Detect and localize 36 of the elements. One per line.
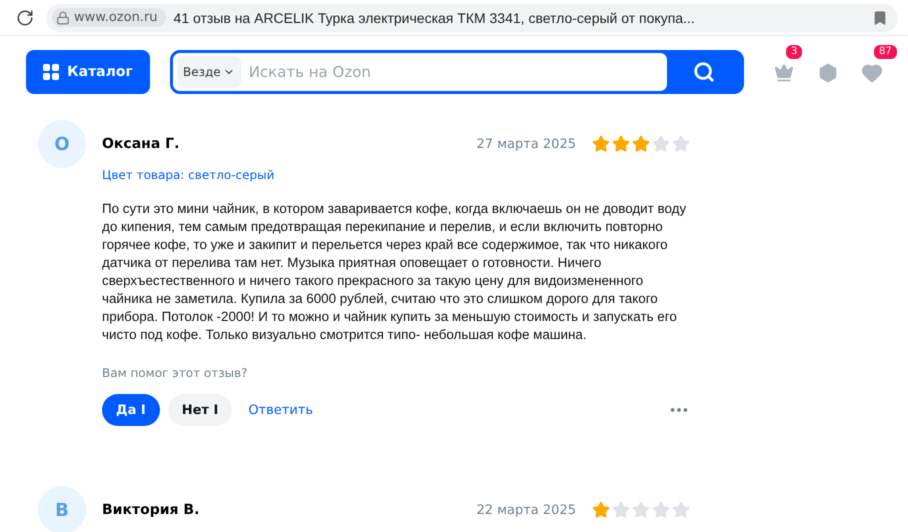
catalog-button[interactable]: Каталог [26, 50, 150, 94]
page-title: 41 отзыв на ARCELIK Турка электрическая ТКМ 3341, светло-серый от покупа... [174, 10, 696, 26]
grid-icon [43, 64, 60, 80]
star-icon [592, 135, 610, 153]
heart-icon [861, 62, 883, 84]
bookmark-icon[interactable] [872, 10, 888, 26]
review-text: По сути это мини чайник, в котором заваривается кофе, когда включаешь он не доводит воду до кипения, тем самым предотвращая перекипание и перелив, и если включить повторно горячее кофе, то уже и закипит и перельется через край все содержимое, так что никакого датчика от перелива там нет. Музыка приятная оповещает о готовности. Ничего сверхъестественного и ничего такого прекрасного за такую цену для видоизмененного чайника не заметила. Купила за 6000 рублей, считаю что это слишком дорого для такого прибора. Потолок -2000! И то можно и чайник купить за меньшую стоимость и запускать его чисто под кофе. Только визуально смотрится типо- небольшая кофе машина. [102, 200, 688, 344]
review-date: 27 марта 2025 [476, 136, 576, 152]
yes-button[interactable]: Да I [102, 394, 160, 426]
star-icon [652, 501, 670, 519]
box-icon [818, 62, 838, 82]
no-button[interactable]: Нет I [168, 394, 232, 426]
star-icon [672, 501, 690, 519]
count-badge: 3 [784, 43, 804, 61]
scope-dropdown[interactable]: Везде [177, 56, 241, 88]
author-name: Оксана Г. [102, 136, 180, 152]
product-variant: Цвет товара: светло-серый [102, 168, 276, 182]
star-icon [632, 501, 650, 519]
reload-icon[interactable] [16, 8, 34, 26]
star-icon [612, 135, 630, 153]
star-icon [652, 135, 670, 153]
star-icon [592, 501, 610, 519]
author-name: Виктория В. [102, 502, 200, 518]
star-icon [632, 135, 650, 153]
star-icon [612, 501, 630, 519]
search-field[interactable]: Везде Искать на Ozon [173, 53, 667, 91]
review-date: 22 марта 2025 [476, 502, 576, 518]
user-avatar: В [38, 486, 86, 532]
star-icon [672, 135, 690, 153]
lock-icon [56, 10, 70, 24]
reply-link[interactable]: Ответить [248, 402, 314, 418]
helpful-question: Вам помог этот отзыв? [102, 366, 249, 380]
count-badge: 87 [872, 43, 899, 61]
search-icon [693, 61, 715, 83]
crown-icon [774, 62, 794, 82]
user-avatar: О [38, 120, 86, 168]
